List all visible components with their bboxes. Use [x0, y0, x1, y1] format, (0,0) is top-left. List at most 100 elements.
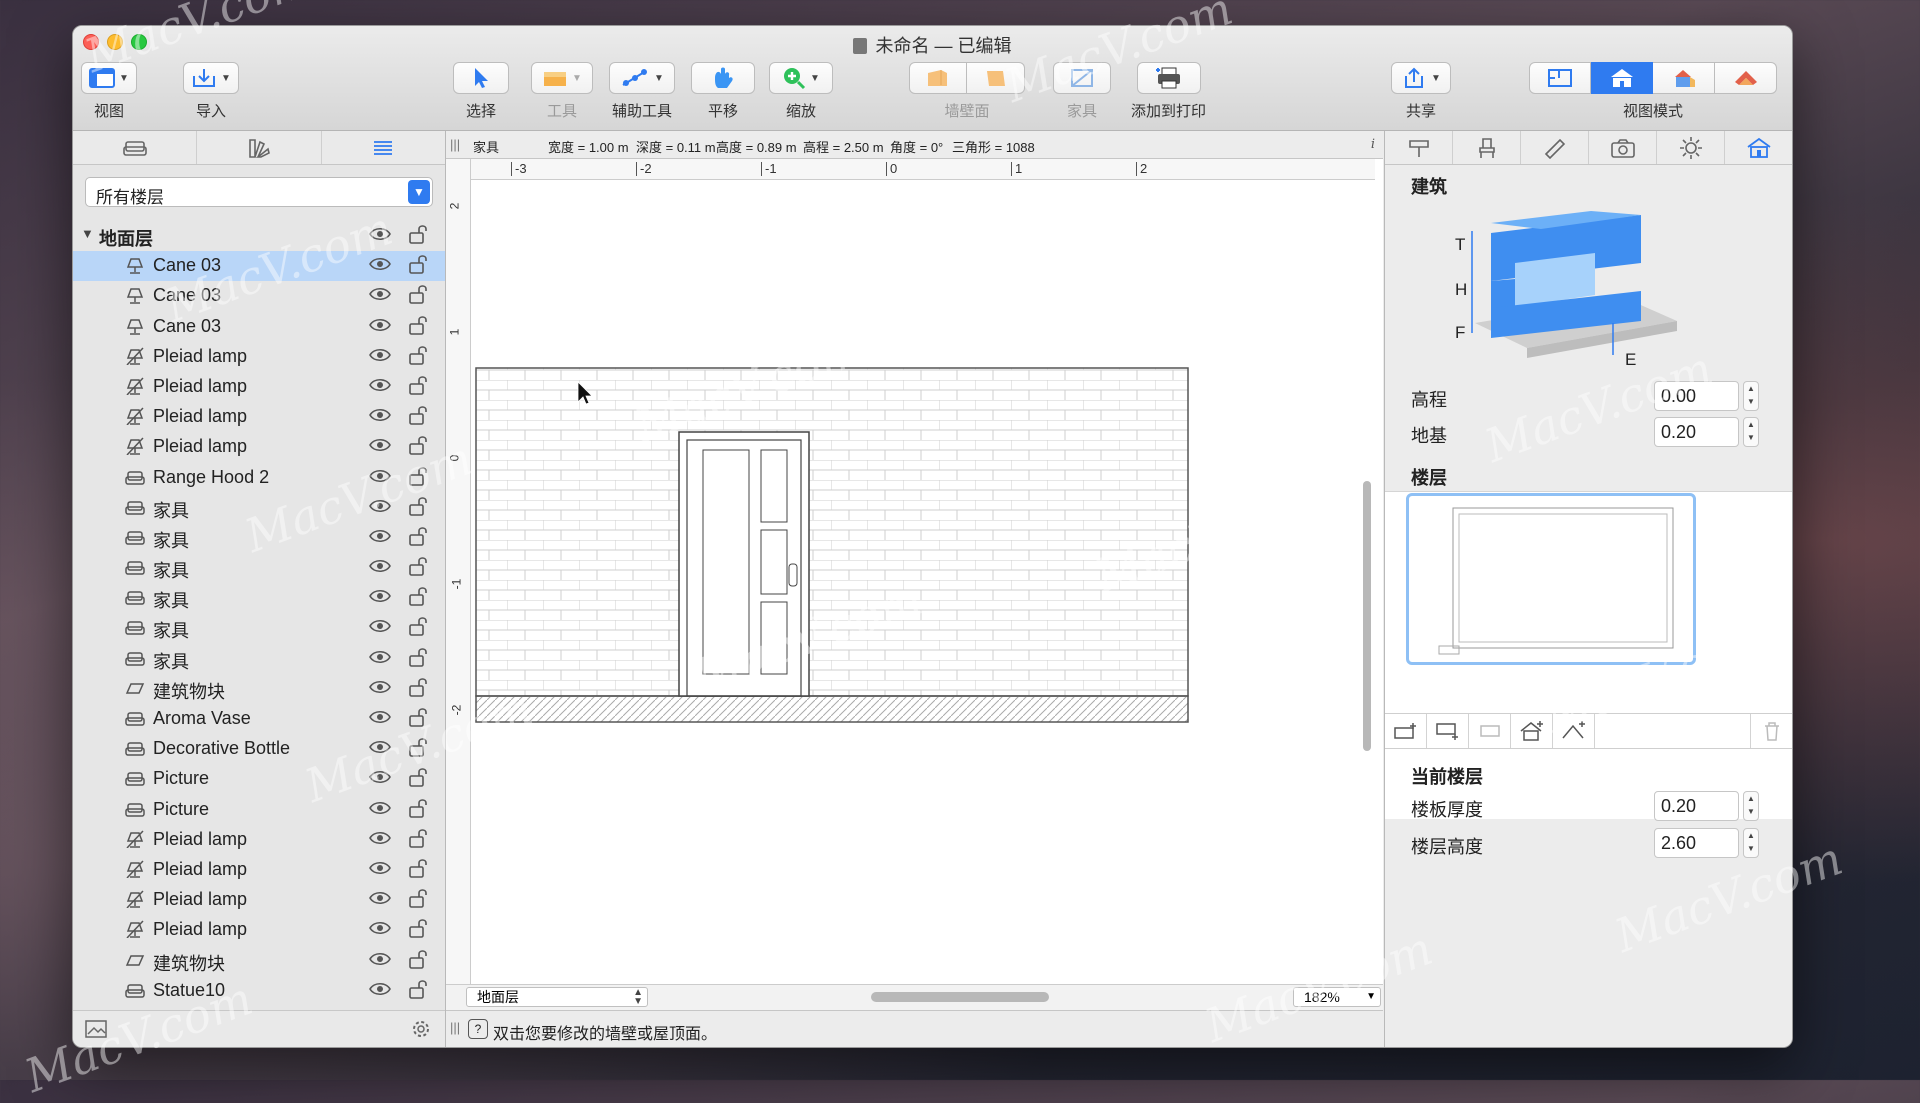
elevation-field[interactable]: 0.00: [1654, 381, 1739, 411]
tab-building[interactable]: [1725, 131, 1792, 164]
add-to-print-button[interactable]: [1136, 62, 1201, 94]
unlocked-padlock-icon[interactable]: [407, 404, 429, 426]
view-mode-roof-button[interactable]: [1715, 62, 1777, 94]
toolbar-furniture[interactable]: 家具: [1053, 62, 1111, 121]
unlocked-padlock-icon[interactable]: [407, 646, 429, 668]
visibility-eye-icon[interactable]: [369, 557, 391, 575]
unlocked-padlock-icon[interactable]: [407, 283, 429, 305]
visibility-eye-icon[interactable]: [369, 950, 391, 968]
tree-item[interactable]: Decorative Bottle: [73, 734, 445, 764]
visibility-eye-icon[interactable]: [369, 859, 391, 877]
door[interactable]: [678, 431, 810, 697]
visibility-eye-icon[interactable]: [369, 617, 391, 635]
add-floor-button[interactable]: [1385, 714, 1427, 748]
unlocked-padlock-icon[interactable]: [407, 465, 429, 487]
tree-item[interactable]: Aroma Vase: [73, 704, 445, 734]
view-button[interactable]: ▼: [81, 62, 137, 94]
disclosure-triangle-icon[interactable]: ▼: [81, 226, 94, 241]
visibility-eye-icon[interactable]: [369, 919, 391, 937]
visibility-eye-icon[interactable]: [369, 225, 391, 243]
visibility-eye-icon[interactable]: [369, 285, 391, 303]
unlocked-padlock-icon[interactable]: [407, 585, 429, 607]
zoom-select[interactable]: 182% ▼: [1293, 987, 1381, 1007]
floor-thumbnail-ground[interactable]: [1406, 493, 1696, 665]
tab-wall[interactable]: [1385, 131, 1453, 164]
tree-item[interactable]: Pleiad lamp: [73, 885, 445, 915]
floor-height-stepper[interactable]: ▲ ▼: [1743, 828, 1759, 858]
toolbar-add-to-print[interactable]: 添加到打印: [1131, 62, 1206, 121]
visibility-eye-icon[interactable]: [369, 708, 391, 726]
unlocked-padlock-icon[interactable]: [407, 555, 429, 577]
toolbar-tools[interactable]: ▼ 工具: [531, 62, 593, 121]
unlocked-padlock-icon[interactable]: [407, 676, 429, 698]
import-button[interactable]: ▼: [183, 62, 239, 94]
toolbar-select[interactable]: 选择: [453, 62, 509, 121]
tree-item[interactable]: 家具: [73, 583, 445, 613]
foundation-stepper[interactable]: ▲ ▼: [1743, 417, 1759, 447]
unlocked-padlock-icon[interactable]: [407, 223, 429, 245]
unlocked-padlock-icon[interactable]: [407, 495, 429, 517]
tree-item[interactable]: Cane 03: [73, 281, 445, 311]
tab-measure[interactable]: [1521, 131, 1589, 164]
tab-materials[interactable]: [197, 131, 322, 164]
unlocked-padlock-icon[interactable]: [407, 615, 429, 637]
info-icon[interactable]: i: [1371, 137, 1375, 152]
visibility-eye-icon[interactable]: [369, 316, 391, 334]
unlocked-padlock-icon[interactable]: [407, 827, 429, 849]
tree-item[interactable]: Cane 03: [73, 312, 445, 342]
furniture-button[interactable]: [1053, 62, 1111, 94]
tab-library[interactable]: [73, 131, 198, 164]
tools-button[interactable]: ▼: [531, 62, 593, 94]
unlocked-padlock-icon[interactable]: [407, 374, 429, 396]
tab-light[interactable]: [1657, 131, 1725, 164]
view-mode-2d-button[interactable]: [1529, 62, 1591, 94]
tree-item[interactable]: 家具: [73, 644, 445, 674]
unlocked-padlock-icon[interactable]: [407, 948, 429, 970]
floor-filter-select[interactable]: 所有楼层 ▼: [85, 177, 433, 207]
visibility-eye-icon[interactable]: [369, 648, 391, 666]
tree-item[interactable]: 建筑物块: [73, 674, 445, 704]
visibility-eye-icon[interactable]: [369, 406, 391, 424]
share-button[interactable]: ▼: [1391, 62, 1451, 94]
helper-tools-button[interactable]: ▼: [609, 62, 675, 94]
toolbar-import[interactable]: ▼ 导入: [183, 62, 239, 121]
tree-group-ground-floor[interactable]: ▼ 地面层: [73, 221, 445, 251]
tree-item[interactable]: Pleiad lamp: [73, 915, 445, 945]
help-icon[interactable]: ?: [468, 1019, 488, 1039]
tree-item[interactable]: Pleiad lamp: [73, 432, 445, 462]
wall-surface-button-a[interactable]: [909, 62, 967, 94]
unlocked-padlock-icon[interactable]: [407, 314, 429, 336]
duplicate-floor-button[interactable]: [1469, 714, 1511, 748]
tree-item[interactable]: 家具: [73, 493, 445, 523]
visibility-eye-icon[interactable]: [369, 738, 391, 756]
tree-item[interactable]: Range Hood 2: [73, 463, 445, 493]
delete-floor-button[interactable]: [1750, 714, 1792, 748]
toolbar-wall-surface[interactable]: 墙壁面: [909, 62, 1025, 121]
tree-item[interactable]: Picture: [73, 764, 445, 794]
select-button[interactable]: [453, 62, 509, 94]
tree-item[interactable]: Pleiad lamp: [73, 825, 445, 855]
unlocked-padlock-icon[interactable]: [407, 344, 429, 366]
add-floor-below-button[interactable]: [1427, 714, 1469, 748]
tree-item[interactable]: Picture: [73, 795, 445, 825]
horizontal-scrollbar[interactable]: [871, 992, 1049, 1002]
toolbar-zoom[interactable]: ▼ 缩放: [769, 62, 833, 121]
unlocked-padlock-icon[interactable]: [407, 917, 429, 939]
unlocked-padlock-icon[interactable]: [407, 978, 429, 1000]
tree-item[interactable]: Pleiad lamp: [73, 855, 445, 885]
unlocked-padlock-icon[interactable]: [407, 706, 429, 728]
tab-object[interactable]: [1453, 131, 1521, 164]
foundation-field[interactable]: 0.20: [1654, 417, 1739, 447]
elevation-stepper[interactable]: ▲ ▼: [1743, 381, 1759, 411]
floor-select[interactable]: 地面层 ▲ ▼: [466, 987, 648, 1007]
tree-item[interactable]: Pleiad lamp: [73, 372, 445, 402]
toolbar-share[interactable]: ▼ 共享: [1391, 62, 1451, 121]
tree-item[interactable]: Pleiad lamp: [73, 402, 445, 432]
brick-wall[interactable]: [475, 367, 1189, 697]
zoom-button[interactable]: ▼: [769, 62, 833, 94]
unlocked-padlock-icon[interactable]: [407, 766, 429, 788]
visibility-eye-icon[interactable]: [369, 497, 391, 515]
toolbar-pan[interactable]: 平移: [691, 62, 755, 121]
visibility-eye-icon[interactable]: [369, 376, 391, 394]
toolbar-helper-tools[interactable]: ▼ 辅助工具: [609, 62, 675, 121]
